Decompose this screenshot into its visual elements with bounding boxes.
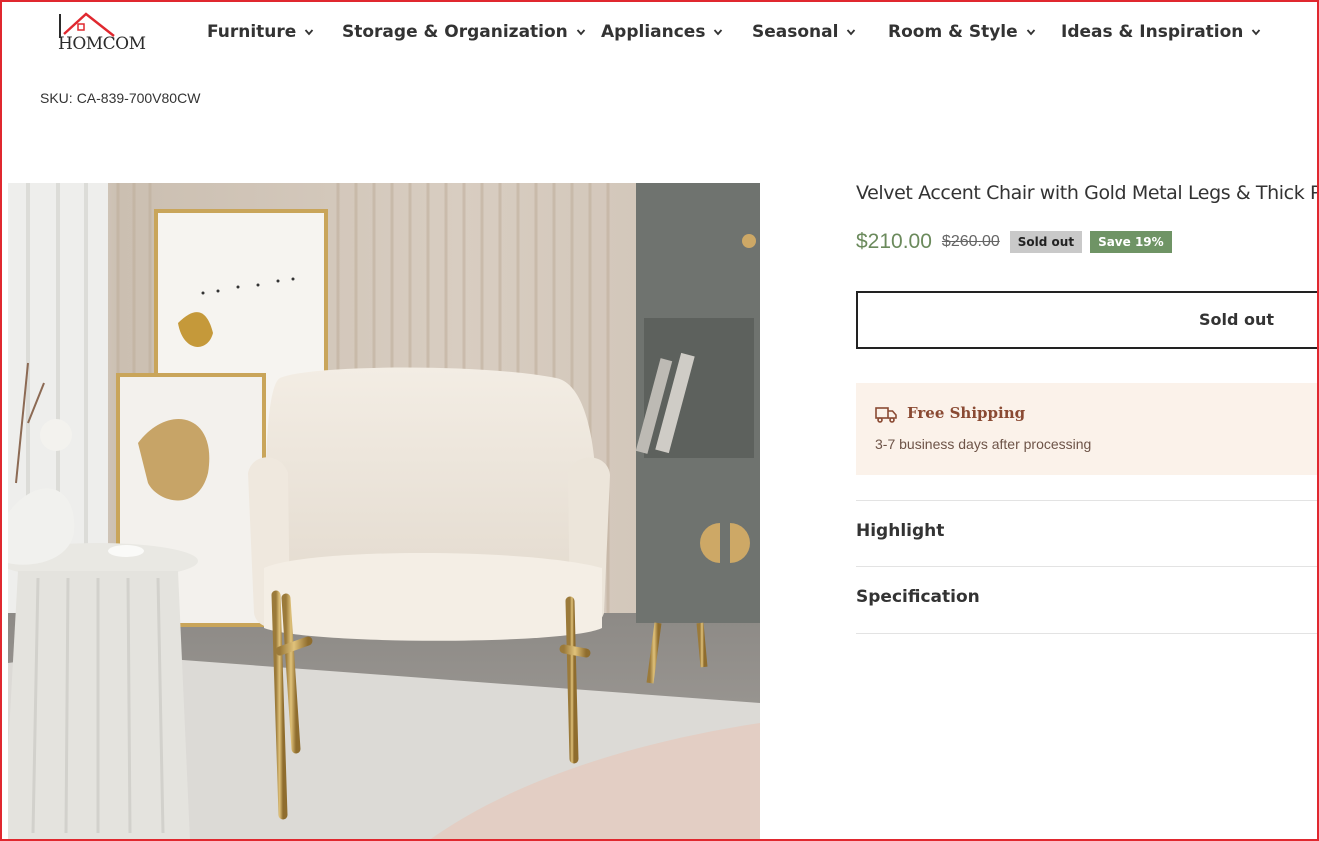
nav-label: Seasonal	[752, 22, 839, 42]
nav-room-style[interactable]: Room & Style	[888, 18, 1036, 46]
nav-appliances[interactable]: Appliances	[601, 18, 723, 46]
homcom-logo[interactable]: HOMCOM	[56, 10, 146, 60]
divider	[856, 500, 1319, 501]
chair-photo-illustration	[8, 183, 760, 841]
price-row: $210.00 $260.00 Sold out Save 19%	[856, 228, 1180, 256]
truck-icon	[875, 407, 897, 423]
chevron-down-icon	[1026, 29, 1035, 36]
chevron-down-icon	[714, 29, 723, 36]
nav-label: Room & Style	[888, 22, 1018, 42]
accordion-highlight[interactable]: Highlight	[856, 521, 944, 541]
product-title: Velvet Accent Chair with Gold Metal Legs…	[856, 182, 1319, 204]
sold-out-button[interactable]: Sold out	[856, 291, 1319, 349]
product-sku: SKU: CA-839-700V80CW	[40, 90, 200, 106]
sale-price: $210.00	[856, 230, 932, 253]
sold-out-badge: Sold out	[1009, 231, 1083, 253]
sold-out-button-label: Sold out	[1199, 310, 1275, 329]
save-badge: Save 19%	[1090, 231, 1172, 253]
compare-price: $260.00	[941, 233, 1000, 250]
chevron-down-icon	[576, 29, 585, 36]
sku-label: SKU:	[40, 90, 73, 106]
accordion-specification[interactable]: Specification	[856, 587, 980, 607]
shipping-title: Free Shipping	[907, 404, 1026, 422]
nav-label: Ideas & Inspiration	[1061, 22, 1244, 42]
sku-value: CA-839-700V80CW	[76, 90, 201, 106]
nav-label: Storage & Organization	[342, 22, 568, 42]
logo-wordmark: HOMCOM	[58, 34, 146, 54]
chevron-down-icon	[847, 29, 856, 36]
chevron-down-icon	[1252, 29, 1261, 36]
free-shipping-box: Free Shipping 3-7 business days after pr…	[856, 383, 1319, 475]
nav-label: Furniture	[207, 22, 297, 42]
nav-storage-organization[interactable]: Storage & Organization	[342, 18, 586, 46]
nav-ideas-inspiration[interactable]: Ideas & Inspiration	[1061, 18, 1261, 46]
chevron-down-icon	[305, 29, 314, 36]
nav-label: Appliances	[601, 22, 706, 42]
shipping-subtitle: 3-7 business days after processing	[875, 436, 1092, 452]
nav-seasonal[interactable]: Seasonal	[752, 18, 856, 46]
divider	[856, 566, 1319, 567]
product-image[interactable]	[8, 183, 760, 841]
divider	[856, 633, 1319, 634]
nav-furniture[interactable]: Furniture	[207, 18, 314, 46]
